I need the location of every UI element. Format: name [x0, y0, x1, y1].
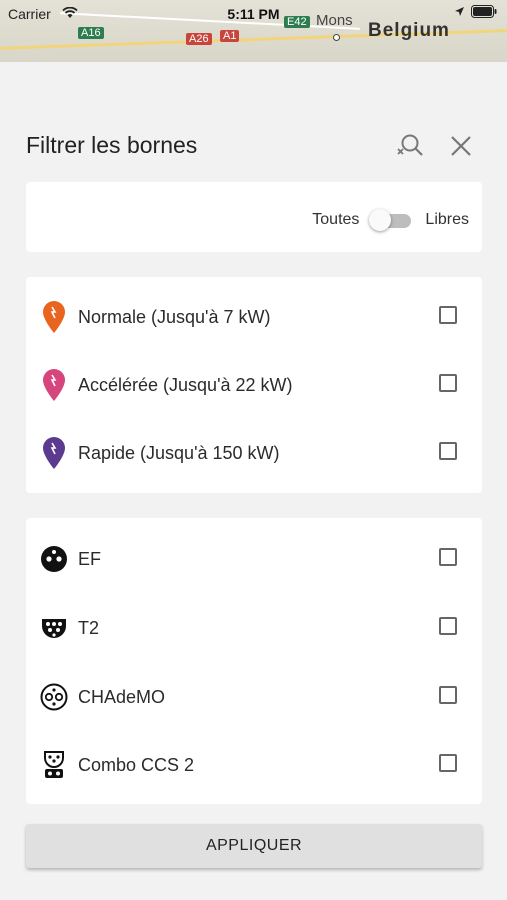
ccs2-plug-icon	[44, 751, 64, 778]
toggle-right-label: Libres	[425, 211, 469, 228]
connector-option-label: CHAdeMO	[78, 686, 166, 707]
connector-option-t2[interactable]: T2	[26, 598, 482, 658]
connector-ccs2-checkbox[interactable]	[439, 754, 457, 772]
pin-icon	[40, 435, 68, 471]
ccs2-plug-icon	[40, 747, 68, 783]
power-acceleree-checkbox[interactable]	[439, 374, 457, 392]
power-option-label: Normale (Jusqu'à 7 kW)	[78, 306, 271, 327]
city-dot	[333, 34, 340, 41]
power-normale-checkbox[interactable]	[439, 306, 457, 324]
type2-plug-icon	[42, 619, 66, 638]
power-option-label: Accélérée (Jusqu'à 22 kW)	[78, 374, 293, 395]
power-option-rapide[interactable]: Rapide (Jusqu'à 150 kW)	[26, 423, 482, 483]
search-clear-icon	[397, 134, 423, 156]
ef-plug-icon	[41, 546, 67, 572]
ef-plug-icon	[40, 541, 68, 577]
status-bar: Carrier 5:11 PM	[0, 0, 507, 28]
availability-card: Toutes Libres	[26, 182, 482, 252]
power-rapide-checkbox[interactable]	[439, 442, 457, 460]
power-option-label: Rapide (Jusqu'à 150 kW)	[78, 442, 280, 463]
toggle-left-label: Toutes	[312, 211, 360, 228]
chademo-plug-icon	[40, 683, 68, 711]
connector-ef-checkbox[interactable]	[439, 548, 457, 566]
close-icon	[451, 136, 471, 156]
road-label: A1	[220, 30, 240, 42]
connector-option-label: Combo CCS 2	[78, 754, 195, 775]
availability-toggle[interactable]	[369, 208, 415, 232]
road-label: A16	[78, 27, 104, 39]
connector-t2-checkbox[interactable]	[439, 617, 457, 635]
connector-option-label: T2	[78, 617, 100, 638]
connector-option-label: EF	[78, 548, 102, 569]
connector-card: EF T2 CHAdeMO Combo CCS 2	[26, 518, 482, 804]
pin-icon	[43, 437, 65, 469]
power-option-normale[interactable]: Normale (Jusqu'à 7 kW)	[26, 287, 482, 347]
connector-option-ccs2[interactable]: Combo CCS 2	[26, 735, 482, 795]
pin-icon	[40, 367, 68, 403]
connector-chademo-checkbox[interactable]	[439, 686, 457, 704]
pin-icon	[43, 369, 65, 401]
clock: 5:11 PM	[227, 6, 280, 22]
page-title: Filtrer les bornes	[26, 132, 198, 158]
chademo-plug-icon	[40, 679, 68, 715]
filter-sheet: Filtrer les bornes Toutes Libres Normale…	[0, 62, 507, 900]
battery-icon	[471, 5, 497, 18]
connector-option-ef[interactable]: EF	[26, 529, 482, 589]
apply-button[interactable]: APPLIQUER	[26, 824, 482, 868]
power-option-acceleree[interactable]: Accélérée (Jusqu'à 22 kW)	[26, 355, 482, 415]
power-card: Normale (Jusqu'à 7 kW) Accélérée (Jusqu'…	[26, 277, 482, 493]
connector-option-chademo[interactable]: CHAdeMO	[26, 667, 482, 727]
pin-icon	[43, 301, 65, 333]
pin-icon	[40, 299, 68, 335]
clear-search-button[interactable]	[392, 128, 428, 164]
type2-plug-icon	[40, 610, 68, 646]
road-label: A26	[186, 33, 212, 45]
close-button[interactable]	[443, 128, 479, 164]
location-arrow-icon	[455, 7, 464, 16]
